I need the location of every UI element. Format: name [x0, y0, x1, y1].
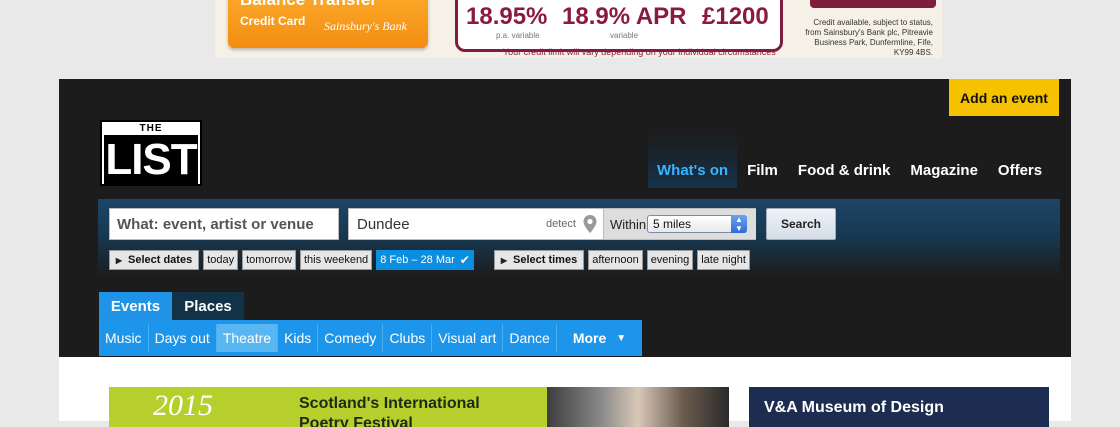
within-label: Within — [610, 217, 647, 232]
date-range-selected[interactable]: 8 Feb – 28 Mar ✔ — [376, 250, 474, 270]
va-promo-title: V&A Museum of Design — [764, 399, 944, 416]
location-pin-icon[interactable] — [582, 214, 598, 234]
ad-note: Your credit limit will vary depending on… — [503, 47, 776, 57]
page-content: 2015 Scotland's International Poetry Fes… — [59, 357, 1071, 427]
caret-down-icon: ▼ — [616, 332, 627, 344]
location-input[interactable] — [349, 209, 555, 239]
tab-places[interactable]: Places — [172, 292, 244, 320]
nav-offers[interactable]: Offers — [988, 134, 1052, 188]
time-evening[interactable]: evening — [646, 250, 694, 270]
nav-whats-on[interactable]: What's on — [648, 134, 738, 188]
site-header: Add an event THE LIST What's on Film Foo… — [59, 79, 1071, 357]
where-field: detect Within 5 miles ▲▼ — [348, 208, 756, 240]
select-dates-toggle[interactable]: ▶ Select dates — [109, 250, 200, 270]
date-range-label: 8 Feb – 28 Mar — [380, 254, 455, 266]
ad-headline: Balance Transfer — [240, 0, 377, 10]
ad-rate-1: 18.95% — [466, 3, 548, 30]
the-list-logo[interactable]: THE LIST — [100, 120, 202, 186]
distance-value: 5 miles — [653, 217, 692, 231]
select-times-toggle[interactable]: ▶ Select times — [494, 250, 585, 270]
promo-title-line-1: Scotland's International — [299, 395, 480, 412]
va-museum-promo[interactable]: V&A Museum of Design — [749, 387, 1049, 427]
select-dates-label: Select dates — [128, 254, 193, 266]
promo-photos — [547, 387, 729, 427]
main-nav: What's on Film Food & drink Magazine Off… — [648, 134, 1052, 188]
nav-magazine[interactable]: Magazine — [900, 134, 988, 188]
time-late-night[interactable]: late night — [697, 250, 750, 270]
expand-arrow-icon: ▶ — [500, 255, 508, 265]
detect-location-link[interactable]: detect — [546, 218, 576, 230]
promo-year: 2015 — [153, 389, 213, 422]
what-search-input[interactable] — [109, 208, 339, 240]
time-afternoon[interactable]: afternoon — [588, 250, 643, 270]
time-filters: ▶ Select times afternoon evening late ni… — [494, 250, 750, 270]
ad-rate-2: 18.9% APR — [562, 3, 687, 30]
date-this-weekend[interactable]: this weekend — [299, 250, 373, 270]
date-filters: ▶ Select dates today tomorrow this weeke… — [109, 250, 474, 270]
ad-limit: £1200 — [702, 3, 769, 30]
within-distance: Within 5 miles ▲ ▼ — [603, 209, 756, 239]
nav-food-drink[interactable]: Food & drink — [788, 134, 901, 188]
more-label: More — [572, 330, 607, 346]
poetry-festival-promo[interactable]: 2015 Scotland's International Poetry Fes… — [109, 387, 729, 427]
ad-brand: Sainsbury's Bank — [324, 19, 407, 33]
category-kids[interactable]: Kids — [278, 324, 319, 352]
category-clubs[interactable]: Clubs — [383, 324, 433, 352]
ad-product: Credit Card — [240, 14, 306, 28]
advertisement-banner[interactable]: Balance Transfer Credit Card Sainsbury's… — [215, 0, 942, 58]
checkmark-icon: ✔ — [459, 253, 470, 267]
search-button[interactable]: Search — [766, 208, 836, 240]
logo-list-text: LIST — [104, 135, 198, 184]
category-dance[interactable]: Dance — [503, 324, 557, 352]
tab-events[interactable]: Events — [99, 292, 172, 320]
nav-film[interactable]: Film — [737, 134, 788, 188]
more-categories-button[interactable]: More ▼ — [561, 324, 638, 352]
category-days-out[interactable]: Days out — [149, 324, 217, 352]
category-bar: Music Days out Theatre Kids Comedy Clubs… — [99, 320, 642, 356]
select-arrows-icon: ▲ ▼ — [731, 215, 747, 233]
ad-card-panel: Balance Transfer Credit Card Sainsbury's… — [228, 0, 428, 48]
ad-fine-print: Credit available, subject to status, fro… — [805, 18, 933, 57]
date-today[interactable]: today — [203, 250, 239, 270]
ad-rate-1-sub: p.a. variable — [496, 31, 540, 40]
add-event-button[interactable]: Add an event — [949, 79, 1059, 116]
search-panel: detect Within 5 miles ▲▼ Search ▶ Select… — [98, 199, 1060, 277]
date-tomorrow[interactable]: tomorrow — [242, 250, 296, 270]
promo-title: Scotland's International Poetry Festival — [299, 394, 480, 427]
category-visual-art[interactable]: Visual art — [432, 324, 504, 352]
ad-cta-button[interactable] — [810, 0, 936, 8]
expand-arrow-icon: ▶ — [115, 255, 123, 265]
ad-rate-2-sub: variable — [610, 31, 639, 40]
ad-rates-box: 18.95% p.a. variable 18.9% APR variable … — [455, 0, 783, 52]
category-music[interactable]: Music — [99, 324, 149, 352]
category-comedy[interactable]: Comedy — [318, 324, 384, 352]
logo-the-text: THE — [139, 123, 163, 134]
distance-select[interactable]: 5 miles ▲ ▼ — [647, 215, 747, 233]
select-times-label: Select times — [513, 254, 578, 266]
category-theatre[interactable]: Theatre — [216, 324, 279, 352]
